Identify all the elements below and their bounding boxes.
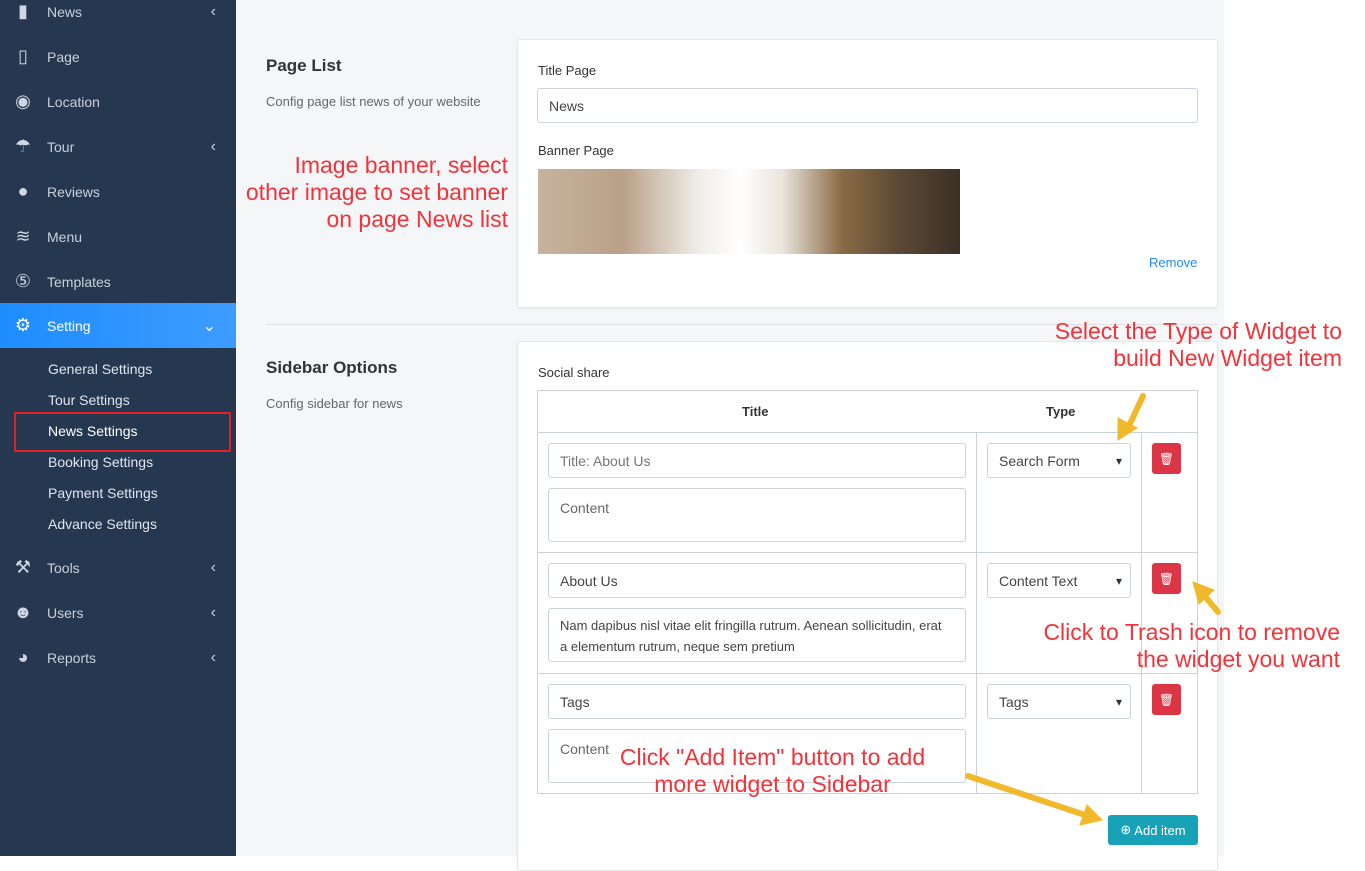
annotation-arrows	[965, 393, 1221, 826]
arrow-to-add	[965, 773, 1088, 818]
arrow-to-type	[1125, 393, 1146, 431]
